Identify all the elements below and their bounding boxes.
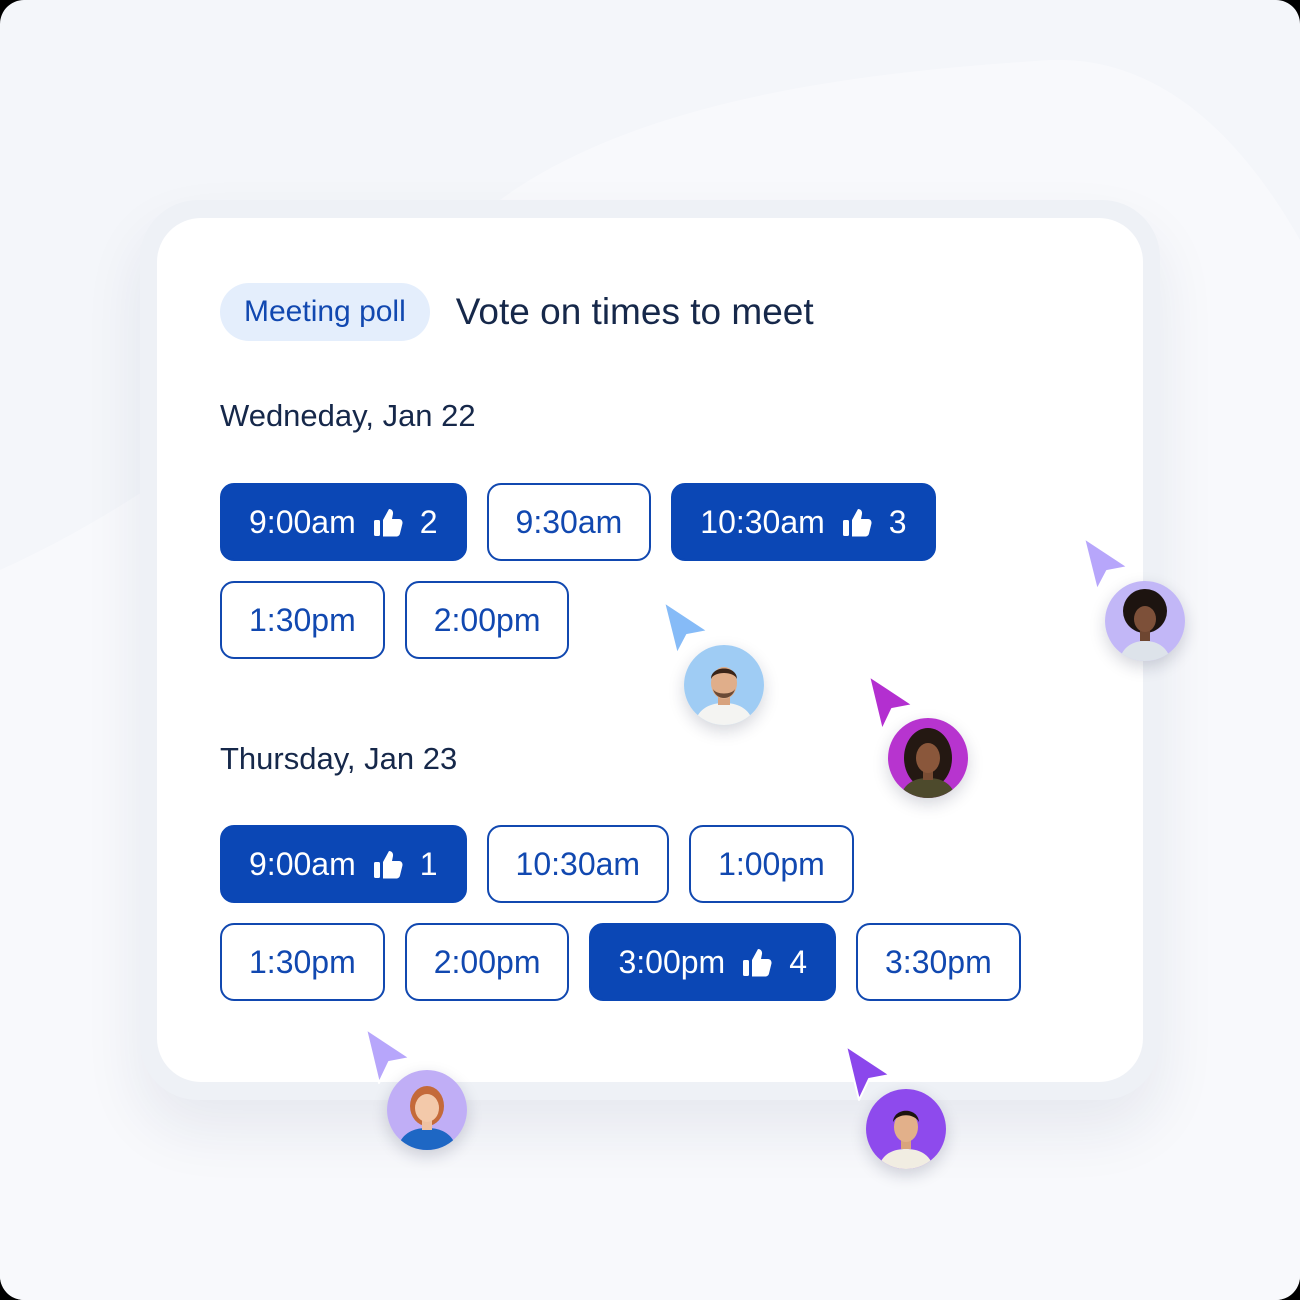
vote-count: 4 bbox=[789, 943, 807, 980]
meeting-poll-tag: Meeting poll bbox=[220, 283, 430, 341]
time-slot-button[interactable]: 2:00pm bbox=[404, 923, 570, 1001]
time-slot-row: 9:00am 1 10:30am 1:00pm bbox=[220, 825, 854, 903]
time-slot-button[interactable]: 9:30am bbox=[486, 483, 652, 561]
avatar bbox=[866, 1089, 946, 1169]
time-slot-label: 1:00pm bbox=[718, 845, 825, 882]
day-label-thursday: Thursday, Jan 23 bbox=[220, 741, 458, 776]
time-slot-row: 1:30pm 2:00pm 3:00pm 4 3:30pm bbox=[220, 923, 1021, 1001]
avatar bbox=[387, 1070, 467, 1150]
day-label-wednesday: Wedneday, Jan 22 bbox=[220, 398, 476, 433]
thumbs-up-icon bbox=[372, 506, 404, 538]
time-slot-button[interactable]: 2:00pm bbox=[404, 581, 570, 659]
thumbs-up-icon bbox=[841, 506, 873, 538]
time-slot-label: 9:00am bbox=[249, 503, 356, 540]
time-slot-label: 1:30pm bbox=[249, 943, 356, 980]
cursor-arrow-icon bbox=[663, 601, 709, 655]
time-slot-button[interactable]: 9:00am 2 bbox=[220, 483, 467, 561]
vote-count: 2 bbox=[419, 503, 438, 540]
time-slot-label: 1:30pm bbox=[249, 601, 356, 638]
canvas: Meeting poll Vote on times to meet Wedne… bbox=[0, 0, 1300, 1300]
time-slot-button[interactable]: 10:30am 3 bbox=[671, 483, 936, 561]
time-slot-label: 3:30pm bbox=[885, 943, 992, 980]
thumbs-up-icon bbox=[372, 848, 404, 880]
time-slot-button[interactable]: 1:00pm bbox=[689, 825, 854, 903]
time-slot-label: 2:00pm bbox=[433, 601, 541, 638]
thumbs-up-icon bbox=[741, 946, 773, 978]
avatar bbox=[1105, 581, 1185, 661]
avatar bbox=[888, 718, 968, 798]
time-slot-label: 9:00am bbox=[249, 845, 356, 882]
time-slot-row: 1:30pm 2:00pm bbox=[220, 581, 570, 659]
avatar bbox=[684, 645, 764, 725]
time-slot-label: 10:30am bbox=[515, 845, 641, 882]
vote-count: 3 bbox=[888, 503, 907, 540]
time-slot-button[interactable]: 1:30pm bbox=[220, 923, 385, 1001]
time-slot-button[interactable]: 1:30pm bbox=[220, 581, 385, 659]
poll-header: Meeting poll Vote on times to meet bbox=[220, 283, 814, 341]
time-slot-label: 9:30am bbox=[515, 503, 623, 540]
time-slot-button[interactable]: 9:00am 1 bbox=[220, 825, 467, 903]
time-slot-button[interactable]: 3:00pm 4 bbox=[589, 923, 836, 1001]
time-slot-button[interactable]: 10:30am bbox=[486, 825, 670, 903]
time-slot-label: 3:00pm bbox=[618, 943, 726, 980]
time-slot-row: 9:00am 2 9:30am 10:30am 3 bbox=[220, 483, 936, 561]
vote-count: 1 bbox=[419, 845, 438, 882]
time-slot-label: 10:30am bbox=[700, 503, 825, 540]
poll-title: Vote on times to meet bbox=[455, 291, 814, 332]
time-slot-button[interactable]: 3:30pm bbox=[856, 923, 1021, 1001]
time-slot-label: 2:00pm bbox=[433, 943, 541, 980]
